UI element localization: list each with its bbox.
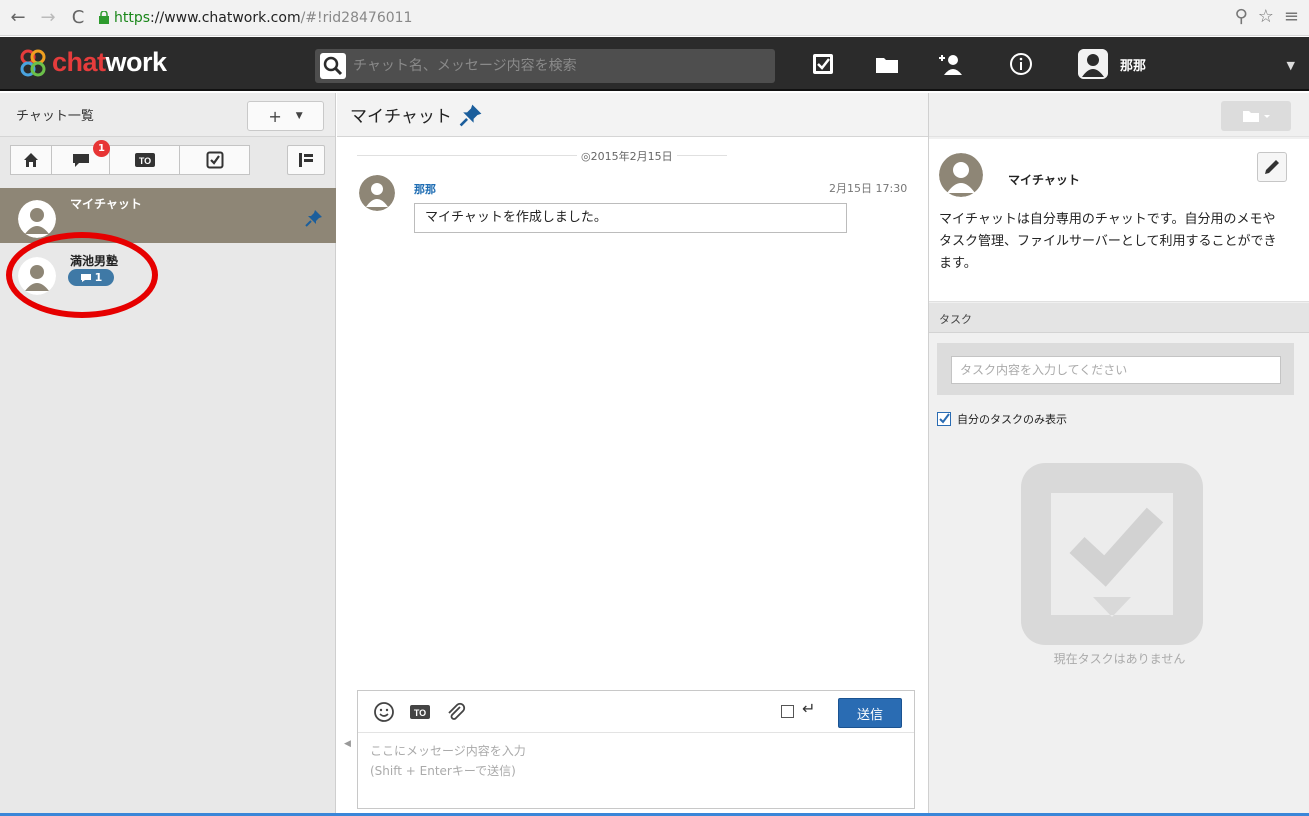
unread-count-badge: 1 (68, 269, 114, 286)
room-avatar (939, 153, 983, 197)
room-item-2[interactable]: 満池男塾 1 (0, 245, 336, 300)
chatwork-logo[interactable]: chatwork (18, 47, 167, 78)
unread-badge: 1 (93, 140, 110, 157)
pin-icon[interactable] (458, 102, 484, 128)
filter-unread-button[interactable]: 1 (52, 140, 110, 175)
pencil-icon (1265, 160, 1279, 174)
enter-key-icon: ↵ (802, 699, 816, 718)
to-icon: TO (134, 153, 155, 167)
sidebar-title: チャット一覧 (16, 109, 94, 124)
browser-toolbar: ← → C https://www.chatwork.com/#!rid2847… (0, 0, 1309, 36)
message-input[interactable] (358, 735, 914, 807)
checkbox-checked-icon[interactable] (937, 412, 951, 426)
enter-send-checkbox[interactable] (781, 705, 794, 718)
search-input[interactable] (353, 58, 753, 74)
room-filter-bar: 1 TO (10, 140, 250, 175)
url-path: /#!rid28476011 (300, 9, 413, 26)
chat-main: マイチャット ◎2015年2月15日 那那 2月15日 17:30 マイチャット… (337, 93, 928, 816)
my-tasks-only-toggle[interactable]: 自分のタスクのみ表示 (937, 411, 1067, 427)
logo-text-work: work (105, 47, 168, 77)
back-icon[interactable]: ← (6, 6, 30, 30)
room-header: マイチャット (337, 93, 928, 137)
filter-task-button[interactable] (180, 145, 250, 175)
key-icon[interactable]: ⚲ (1235, 6, 1248, 27)
task-input[interactable] (951, 356, 1281, 384)
menu-icon[interactable]: ≡ (1284, 6, 1299, 27)
task-icon[interactable] (810, 51, 836, 77)
layout-icon (299, 153, 313, 167)
chevron-down-icon[interactable]: ▼ (1287, 59, 1295, 72)
message-time: 2月15日 17:30 (829, 182, 908, 195)
search-box[interactable] (315, 49, 775, 83)
attach-file-icon[interactable] (444, 700, 468, 724)
folder-icon (1243, 111, 1270, 122)
empty-task-icon (1021, 463, 1203, 645)
edit-room-button[interactable] (1257, 152, 1287, 182)
room-info-name: マイチャット (1008, 173, 1080, 187)
file-menu-button[interactable] (1221, 101, 1291, 131)
add-chat-button[interactable]: + ▼ (247, 101, 324, 131)
svg-text:TO: TO (138, 156, 150, 166)
message-timeline[interactable]: ◎2015年2月15日 那那 2月15日 17:30 マイチャットを作成しました… (337, 139, 928, 684)
task-section-header: タスク (929, 303, 1309, 333)
room-title: マイチャット (350, 107, 452, 127)
empty-task-text: 現在タスクはありません (1053, 652, 1186, 666)
room-avatar (18, 257, 56, 295)
filter-to-button[interactable]: TO (110, 145, 180, 175)
message-body: マイチャットを作成しました。 (414, 203, 847, 233)
chat-list-sidebar: チャット一覧 + ▼ 1 TO マイチャット 満池男塾 1 (0, 93, 336, 816)
date-separator-text: ◎2015年2月15日 (577, 148, 677, 164)
svg-text:TO: TO (414, 708, 426, 718)
address-bar[interactable]: https://www.chatwork.com/#!rid28476011 (98, 10, 412, 26)
room-info: マイチャット マイチャットは自分専用のチャットです。自分用のメモやタスク管理、フ… (929, 139, 1309, 302)
folder-icon[interactable] (874, 51, 900, 77)
info-icon[interactable] (1008, 51, 1034, 77)
room-avatar (18, 200, 56, 238)
collapse-arrow-icon[interactable]: ◀ (344, 739, 351, 749)
add-contact-icon[interactable] (938, 51, 964, 77)
room-name: 満池男塾 (70, 254, 119, 268)
username: 那那 (1120, 58, 1147, 74)
emoji-icon[interactable] (372, 700, 396, 724)
user-menu[interactable]: 那那 (1078, 49, 1146, 79)
right-panel-header (929, 93, 1309, 137)
add-chat-label: + (268, 106, 282, 126)
pin-icon[interactable] (304, 208, 324, 228)
user-avatar (1078, 49, 1108, 79)
to-icon[interactable]: TO (408, 700, 432, 724)
filter-home-button[interactable] (10, 145, 52, 175)
message-icon (80, 273, 91, 282)
home-icon (24, 153, 38, 167)
send-button[interactable]: 送信 (838, 698, 902, 728)
chevron-down-icon: ▼ (295, 111, 303, 121)
reload-icon[interactable]: C (66, 6, 90, 30)
message-composer: TO ↵ 送信 (357, 690, 915, 809)
bookmark-star-icon[interactable]: ☆ (1258, 6, 1274, 27)
forward-icon[interactable]: → (36, 6, 60, 30)
unread-count: 1 (94, 271, 103, 284)
date-separator: ◎2015年2月15日 (337, 147, 927, 164)
app-header: chatwork 那那 ▼ (0, 37, 1309, 91)
url-host: ://www.chatwork.com (150, 9, 301, 26)
search-icon (320, 53, 346, 79)
room-item-mychat[interactable]: マイチャット (0, 188, 336, 243)
unread-mention-icon (72, 154, 89, 167)
composer-toolbar: TO ↵ 送信 (358, 691, 914, 733)
room-info-panel: マイチャット マイチャットは自分専用のチャットです。自分用のメモやタスク管理、フ… (928, 93, 1309, 816)
lock-icon (99, 11, 109, 24)
message-sender[interactable]: 那那 (414, 181, 436, 197)
task-check-icon (206, 151, 223, 169)
room-name: マイチャット (70, 197, 142, 211)
room-description: マイチャットは自分専用のチャットです。自分用のメモやタスク管理、ファイルサーバー… (939, 212, 1277, 271)
my-tasks-only-label: 自分のタスクのみ表示 (957, 413, 1067, 426)
task-section-label: タスク (939, 313, 972, 326)
task-input-area (937, 343, 1294, 395)
logo-mark-icon (20, 49, 46, 76)
layout-toggle-button[interactable] (287, 145, 325, 175)
url-scheme: https (114, 9, 151, 26)
sender-avatar[interactable] (359, 175, 395, 211)
logo-text-chat: chat (52, 47, 106, 77)
